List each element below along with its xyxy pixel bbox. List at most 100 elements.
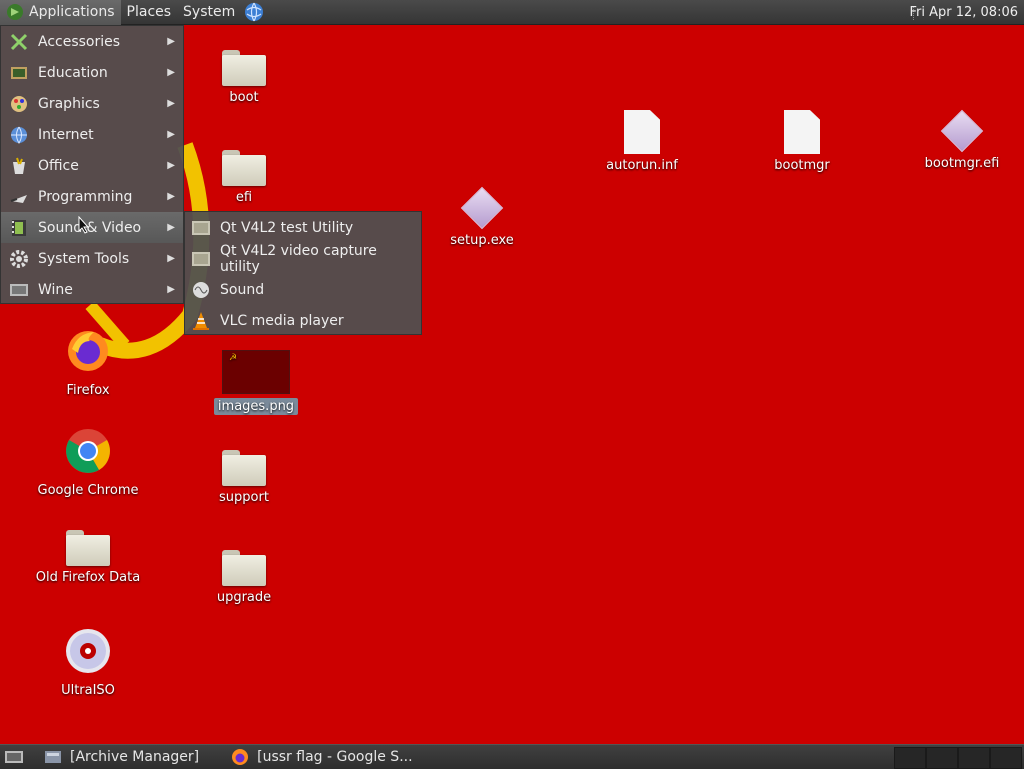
taskbar-item-google-search[interactable]: [ussr flag - Google S... — [225, 745, 418, 769]
places-menu-button[interactable]: Places — [121, 0, 178, 25]
menu-item-sound-video[interactable]: Sound & Video ▶ — [1, 212, 183, 243]
folder-icon — [222, 550, 266, 586]
desktop-icon-ultraiso[interactable]: UltraISO — [28, 627, 148, 698]
show-desktop-icon — [5, 751, 23, 763]
sound-icon — [190, 279, 212, 301]
desktop-icon-images-png[interactable]: ☭ images.png — [196, 350, 316, 415]
system-tools-icon — [8, 248, 30, 270]
workspace-3[interactable] — [958, 747, 990, 769]
desktop-icon-label: support — [219, 490, 269, 505]
submenu-item-qt-v4l2-capture[interactable]: Qt V4L2 video capture utility — [185, 242, 421, 275]
folder-icon — [222, 50, 266, 86]
submenu-arrow-icon: ▶ — [167, 67, 175, 78]
submenu-arrow-icon: ▶ — [167, 253, 175, 264]
bottom-panel: [Archive Manager] [ussr flag - Google S.… — [0, 744, 1024, 769]
desktop-icon-boot[interactable]: boot — [184, 50, 304, 105]
desktop-icon-autorun-inf[interactable]: autorun.inf — [582, 110, 702, 173]
clock[interactable]: Fri Apr 12, 08:06 — [909, 0, 1018, 25]
taskbar-item-archive-manager[interactable]: [Archive Manager] — [38, 745, 205, 769]
submenu-item-qt-v4l2-test[interactable]: Qt V4L2 test Utility — [185, 212, 421, 243]
document-icon — [624, 110, 660, 154]
desktop-icon-label: UltraISO — [61, 683, 115, 698]
system-menu-button[interactable]: System — [177, 0, 241, 25]
taskbar-item-label: [ussr flag - Google S... — [257, 749, 413, 765]
menu-item-label: Education — [38, 64, 108, 81]
submenu-arrow-icon: ▶ — [167, 129, 175, 140]
menu-item-programming[interactable]: Programming ▶ — [1, 181, 183, 212]
folder-icon — [222, 450, 266, 486]
applications-menu: Accessories ▶ Education ▶ Graphics ▶ Int… — [0, 25, 184, 304]
education-icon — [8, 62, 30, 84]
menu-item-label: Office — [38, 157, 79, 174]
desktop-icon-label: boot — [229, 90, 259, 105]
desktop-icon-label: Firefox — [66, 383, 110, 398]
workspace-1[interactable] — [894, 747, 926, 769]
mate-logo-icon — [6, 3, 24, 21]
submenu-arrow-icon: ▶ — [167, 191, 175, 202]
chrome-icon — [28, 427, 148, 479]
desktop-icon-bootmgr[interactable]: bootmgr — [742, 110, 862, 173]
applications-menu-button[interactable]: Applications — [0, 0, 121, 25]
system-label: System — [183, 4, 236, 20]
menu-item-label: Internet — [38, 126, 94, 143]
taskbar-item-label: [Archive Manager] — [70, 749, 200, 765]
executable-icon — [460, 186, 504, 230]
menu-item-accessories[interactable]: Accessories ▶ — [1, 26, 183, 57]
vlc-cone-icon — [190, 310, 212, 332]
desktop-icon-label: images.png — [213, 398, 299, 415]
desktop-icon-bootmgr-efi[interactable]: bootmgr.efi — [902, 109, 1022, 171]
desktop-icon-label: upgrade — [216, 590, 272, 605]
qt-v4l2-icon — [190, 217, 212, 239]
ultraiso-disc-icon — [28, 627, 148, 679]
workspace-4[interactable] — [990, 747, 1022, 769]
desktop-icon-firefox[interactable]: Firefox — [28, 327, 148, 398]
submenu-arrow-icon: ▶ — [167, 98, 175, 109]
submenu-arrow-icon: ▶ — [167, 222, 175, 233]
submenu-item-label: Qt V4L2 test Utility — [220, 219, 354, 236]
desktop-icon-label: bootmgr.efi — [924, 156, 1000, 171]
menu-item-label: Programming — [38, 188, 133, 205]
submenu-arrow-icon: ▶ — [167, 160, 175, 171]
menu-item-label: Accessories — [38, 33, 121, 50]
menu-item-system-tools[interactable]: System Tools ▶ — [1, 243, 183, 274]
archive-manager-icon — [45, 751, 61, 763]
document-icon — [784, 110, 820, 154]
mouse-cursor-icon — [78, 216, 90, 234]
show-desktop-button[interactable] — [0, 745, 28, 769]
desktop-icon-upgrade[interactable]: upgrade — [184, 550, 304, 605]
submenu-item-sound[interactable]: Sound — [185, 274, 421, 305]
submenu-item-vlc[interactable]: VLC media player — [185, 305, 421, 336]
menu-item-graphics[interactable]: Graphics ▶ — [1, 88, 183, 119]
menu-item-education[interactable]: Education ▶ — [1, 57, 183, 88]
workspace-2[interactable] — [926, 747, 958, 769]
programming-icon — [8, 186, 30, 208]
menu-item-internet[interactable]: Internet ▶ — [1, 119, 183, 150]
image-thumbnail-icon: ☭ — [222, 350, 290, 394]
desktop-icon-label: autorun.inf — [606, 158, 678, 173]
desktop-icon-efi[interactable]: efi — [184, 150, 304, 205]
desktop-icon-label: setup.exe — [450, 233, 514, 248]
submenu-item-label: VLC media player — [220, 312, 344, 329]
internet-icon — [8, 124, 30, 146]
applications-label: Applications — [29, 4, 115, 20]
desktop-icon-label: efi — [235, 190, 253, 205]
menu-item-office[interactable]: Office ▶ — [1, 150, 183, 181]
accessories-icon — [8, 31, 30, 53]
sound-video-icon — [8, 217, 30, 239]
desktop-icon-old-firefox-data[interactable]: Old Firefox Data — [28, 530, 148, 585]
desktop-icon-google-chrome[interactable]: Google Chrome — [28, 427, 148, 498]
firefox-icon — [232, 749, 249, 765]
firefox-icon — [28, 327, 148, 379]
folder-icon — [66, 530, 110, 566]
desktop-icon-label: Google Chrome — [37, 483, 139, 498]
submenu-item-label: Qt V4L2 video capture utility — [219, 242, 377, 275]
network-globe-icon[interactable] — [243, 1, 265, 23]
menu-item-label: Graphics — [38, 95, 100, 112]
desktop-icon-setup-exe[interactable]: setup.exe — [422, 186, 542, 248]
menu-item-wine[interactable]: Wine ▶ — [1, 274, 183, 305]
top-panel: Applications Places System Fri Apr 12, 0… — [0, 0, 1024, 25]
desktop-icon-support[interactable]: support — [184, 450, 304, 505]
wine-icon — [8, 279, 30, 301]
menu-item-label: System Tools — [38, 250, 130, 267]
desktop-icon-label: bootmgr — [774, 158, 830, 173]
